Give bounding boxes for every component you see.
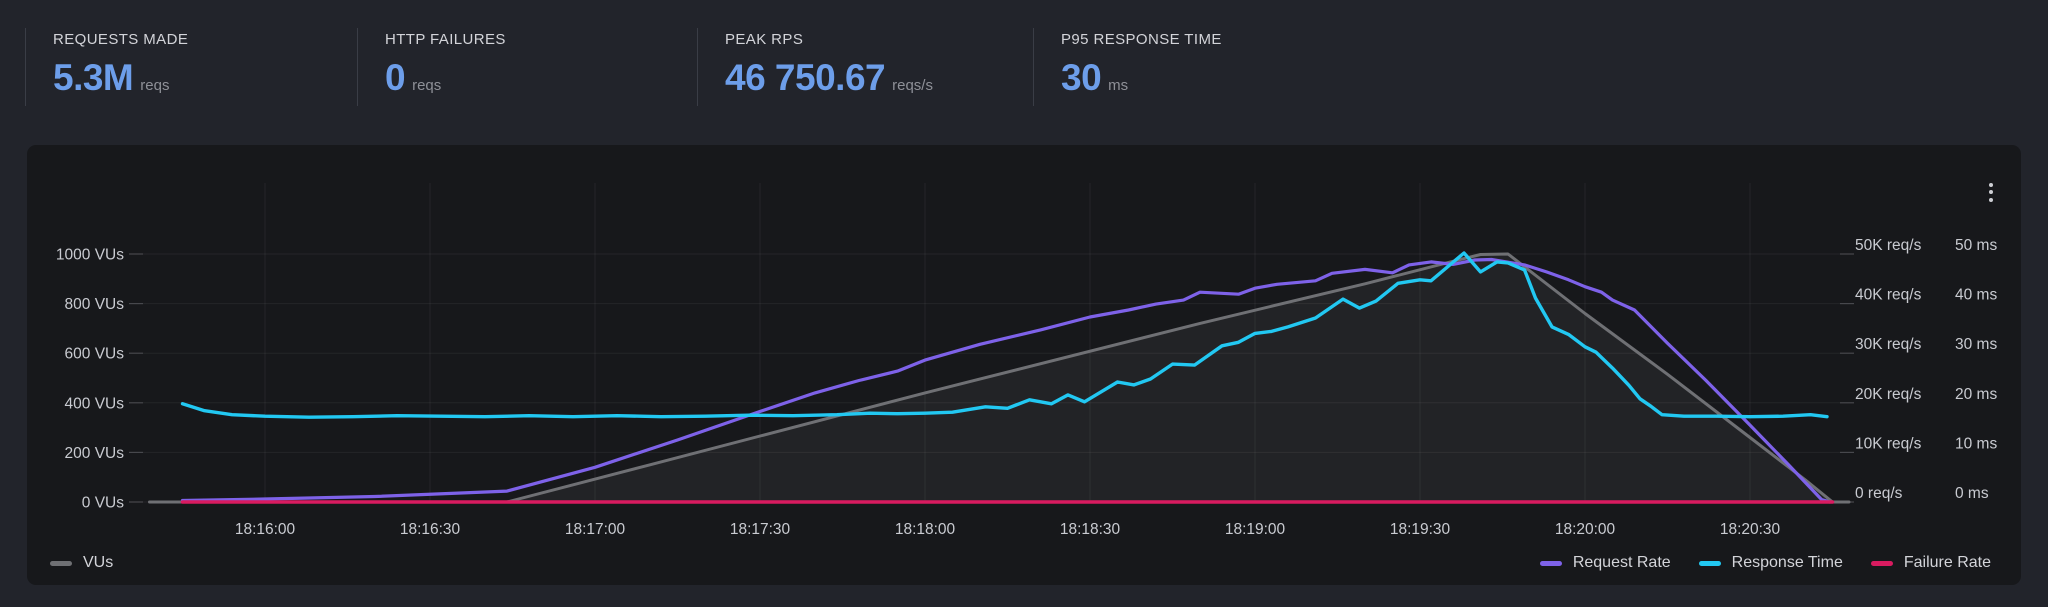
stat-unit: reqs/s	[892, 77, 933, 94]
stat-value: 30	[1061, 57, 1102, 98]
x-axis-tick-label: 18:16:30	[400, 521, 461, 538]
legend-right-group: Request Rate Response Time Failure Rate	[1539, 554, 1991, 572]
stat-http-failures: HTTP FAILURES 0 reqs	[357, 28, 697, 106]
legend-item-vus[interactable]: VUs	[50, 554, 113, 572]
stat-unit: reqs	[412, 77, 442, 94]
y-axis-ms-label: 20 ms	[1955, 386, 1997, 403]
y-axis-vus-label: 0 VUs	[82, 495, 124, 512]
y-axis-rps-label: 20K req/s	[1855, 386, 1922, 403]
y-axis-ms-label: 40 ms	[1955, 287, 1997, 304]
legend-label: VUs	[83, 554, 114, 571]
metrics-chart-canvas[interactable]: 18:16:00 18:16:30 18:17:00 18:17:30 18:18:00…	[27, 145, 2021, 585]
x-axis-tick-label: 18:18:00	[895, 521, 956, 538]
stat-value: 46 750.67	[725, 57, 886, 98]
kebab-menu-icon	[1989, 182, 1993, 187]
x-axis-tick-label: 18:20:00	[1555, 521, 1616, 538]
y-axis-ms-label: 30 ms	[1955, 336, 1997, 353]
k6-performance-dashboard: { "stats": [ { "label": "REQUESTS MADE",…	[0, 0, 2048, 607]
panel-menu-button[interactable]	[1977, 178, 2005, 206]
x-axis-tick-label: 18:16:00	[235, 521, 296, 538]
y-axis-ms-label: 0 ms	[1955, 485, 1989, 502]
legend-dash-icon	[1870, 560, 1893, 566]
x-axis-tick-label: 18:20:30	[1720, 521, 1781, 538]
y-axis-vus-label: 600 VUs	[65, 346, 125, 363]
x-axis-tick-label: 18:19:30	[1390, 521, 1451, 538]
stat-value: 5.3M	[53, 57, 134, 98]
legend-dash-icon	[1539, 560, 1562, 566]
legend-left-group: VUs	[50, 554, 113, 572]
chart-legend: VUs Request Rate Response Time Failure Rat…	[50, 554, 1991, 572]
y-axis-rps-label: 0 req/s	[1855, 485, 1903, 502]
x-axis-tick-label: 18:19:00	[1225, 521, 1286, 538]
performance-overview-panel: 18:16:00 18:16:30 18:17:00 18:17:30 18:18:00…	[27, 145, 2021, 585]
legend-item-request-rate[interactable]: Request Rate	[1539, 554, 1671, 572]
stat-value: 0	[385, 57, 406, 98]
legend-label: Response Time	[1731, 554, 1843, 571]
stat-label: REQUESTS MADE	[53, 31, 189, 48]
x-axis-tick-label: 18:17:30	[730, 521, 791, 538]
stat-requests-made: REQUESTS MADE 5.3M reqs	[25, 28, 357, 106]
stat-unit: reqs	[140, 77, 170, 94]
y-axis-vus-label: 800 VUs	[65, 296, 125, 313]
legend-label: Failure Rate	[1903, 554, 1991, 571]
y-axis-rps-label: 50K req/s	[1855, 237, 1922, 254]
y-axis-vus-label: 400 VUs	[65, 395, 125, 412]
y-axis-vus-label: 1000 VUs	[56, 247, 124, 264]
y-axis-rps-label: 40K req/s	[1855, 287, 1922, 304]
stat-label: HTTP FAILURES	[385, 31, 506, 48]
y-axis-ms-label: 10 ms	[1955, 435, 1997, 452]
kebab-menu-icon	[1989, 197, 1993, 202]
legend-dash-icon	[50, 560, 72, 566]
legend-label: Request Rate	[1572, 554, 1671, 571]
x-axis-tick-label: 18:18:30	[1060, 521, 1121, 538]
stats-bar: REQUESTS MADE 5.3M reqs HTTP FAILURES 0 …	[25, 28, 1463, 106]
y-axis-vus-label: 200 VUs	[65, 445, 125, 462]
legend-item-failure-rate[interactable]: Failure Rate	[1870, 554, 1991, 572]
legend-dash-icon	[1698, 560, 1721, 566]
x-axis-tick-label: 18:17:00	[565, 521, 626, 538]
stat-label: PEAK RPS	[725, 31, 804, 48]
kebab-menu-icon	[1989, 190, 1993, 194]
y-axis-rps-label: 30K req/s	[1855, 336, 1922, 353]
stat-unit: ms	[1108, 77, 1129, 94]
y-axis-ms-label: 50 ms	[1955, 237, 1997, 254]
legend-item-response-time[interactable]: Response Time	[1698, 554, 1843, 572]
y-axis-rps-label: 10K req/s	[1855, 435, 1922, 452]
stat-label: P95 RESPONSE TIME	[1061, 31, 1222, 48]
stat-p95-response-time: P95 RESPONSE TIME 30 ms	[1033, 28, 1463, 106]
stat-peak-rps: PEAK RPS 46 750.67 reqs/s	[697, 28, 1033, 106]
